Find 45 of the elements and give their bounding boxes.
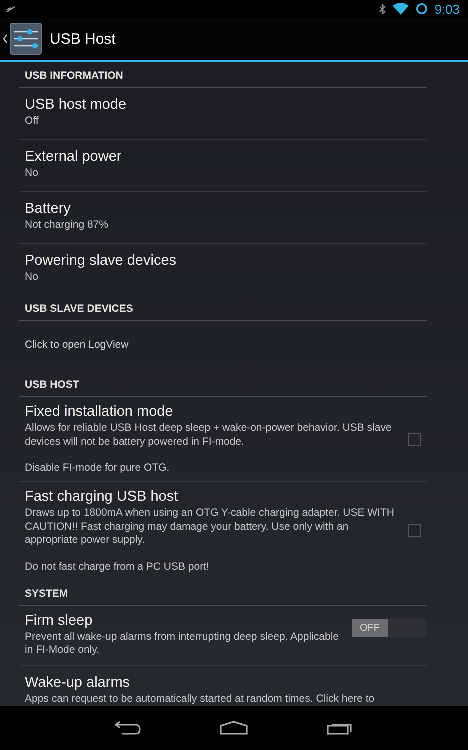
preference-row[interactable]: USB host mode Off	[19, 88, 427, 139]
section-header: USB HOST	[19, 371, 427, 397]
back-arrow-icon	[114, 721, 142, 735]
preference-title: USB host mode	[25, 97, 128, 114]
wifi-icon	[392, 3, 409, 15]
preference-title: Firm sleep	[25, 612, 94, 628]
preference-title: Powering slave devices	[25, 253, 178, 270]
screen-title: USB Host	[50, 30, 116, 48]
recent-apps-icon	[326, 721, 354, 735]
notification-icon	[6, 5, 16, 13]
preference-summary: Off	[25, 115, 40, 129]
preference-title: Fast charging USB host	[25, 489, 180, 505]
section-header: USB INFORMATION	[19, 62, 427, 88]
preference-row[interactable]: Click to open LogView	[19, 321, 427, 371]
battery-ring-icon	[416, 3, 428, 15]
checkbox[interactable]	[408, 432, 421, 446]
preference-row[interactable]: Battery Not charging 87%	[19, 192, 427, 243]
bluetooth-icon	[378, 4, 386, 14]
preference-summary: No	[25, 271, 40, 285]
preference-row[interactable]: Powering slave devices No	[19, 244, 427, 295]
preference-row[interactable]: Firm sleep Prevent all wake-up alarms from interrupting deep sleep. Applicable in FI-Mode only. OFF	[19, 606, 427, 664]
preference-title: Battery	[25, 201, 72, 218]
preference-title: Fixed installation mode	[25, 404, 174, 420]
preference-summary: Not charging 87%	[25, 219, 110, 233]
clock: 9:03	[434, 2, 460, 16]
preference-title: Wake-up alarms	[25, 674, 132, 691]
preference-summary: Draws up to 1800mA when using an OTG Y-cable charging adapter. USE WITH CAUTION!! Fast charging may damage your battery. Use only with an appropriate power supply.	[25, 507, 396, 548]
preference-row[interactable]: Fixed installation mode Allows for reliable USB Host deep sleep + wake-on-power behavior. USB slave devices will not be battery powered in FI-mode. Disable FI-mode for pure OTG.	[19, 397, 427, 481]
preference-summary: Allows for reliable USB Host deep sleep + wake-on-power behavior. USB slave devices will not be battery powered in FI-mode.	[25, 422, 393, 449]
settings-sliders-icon	[10, 23, 42, 55]
section-header: USB SLAVE DEVICES	[19, 295, 427, 321]
checkbox[interactable]	[408, 524, 421, 538]
preference-row[interactable]: External power No	[19, 140, 427, 191]
preference-row[interactable]: Wake-up alarms Apps can request to be automatically started at random times. Click here to	[19, 666, 427, 706]
back-caret-icon	[3, 34, 8, 44]
preference-title: External power	[25, 149, 123, 166]
home-icon	[220, 721, 248, 735]
preference-summary: Apps can request to be automatically started at random times. Click here to	[25, 692, 376, 706]
toggle-switch[interactable]: OFF	[352, 619, 427, 637]
preference-note: Disable FI-mode for pure OTG.	[25, 462, 171, 474]
preference-summary: Prevent all wake-up alarms from interrupting deep sleep. Applicable in FI-Mode only.	[25, 630, 340, 658]
preference-note: Do not fast charge from a PC USB port!	[25, 560, 210, 572]
preference-summary: Click to open LogView	[25, 338, 130, 354]
section-header: SYSTEM	[19, 580, 427, 606]
preference-summary: No	[25, 167, 40, 181]
